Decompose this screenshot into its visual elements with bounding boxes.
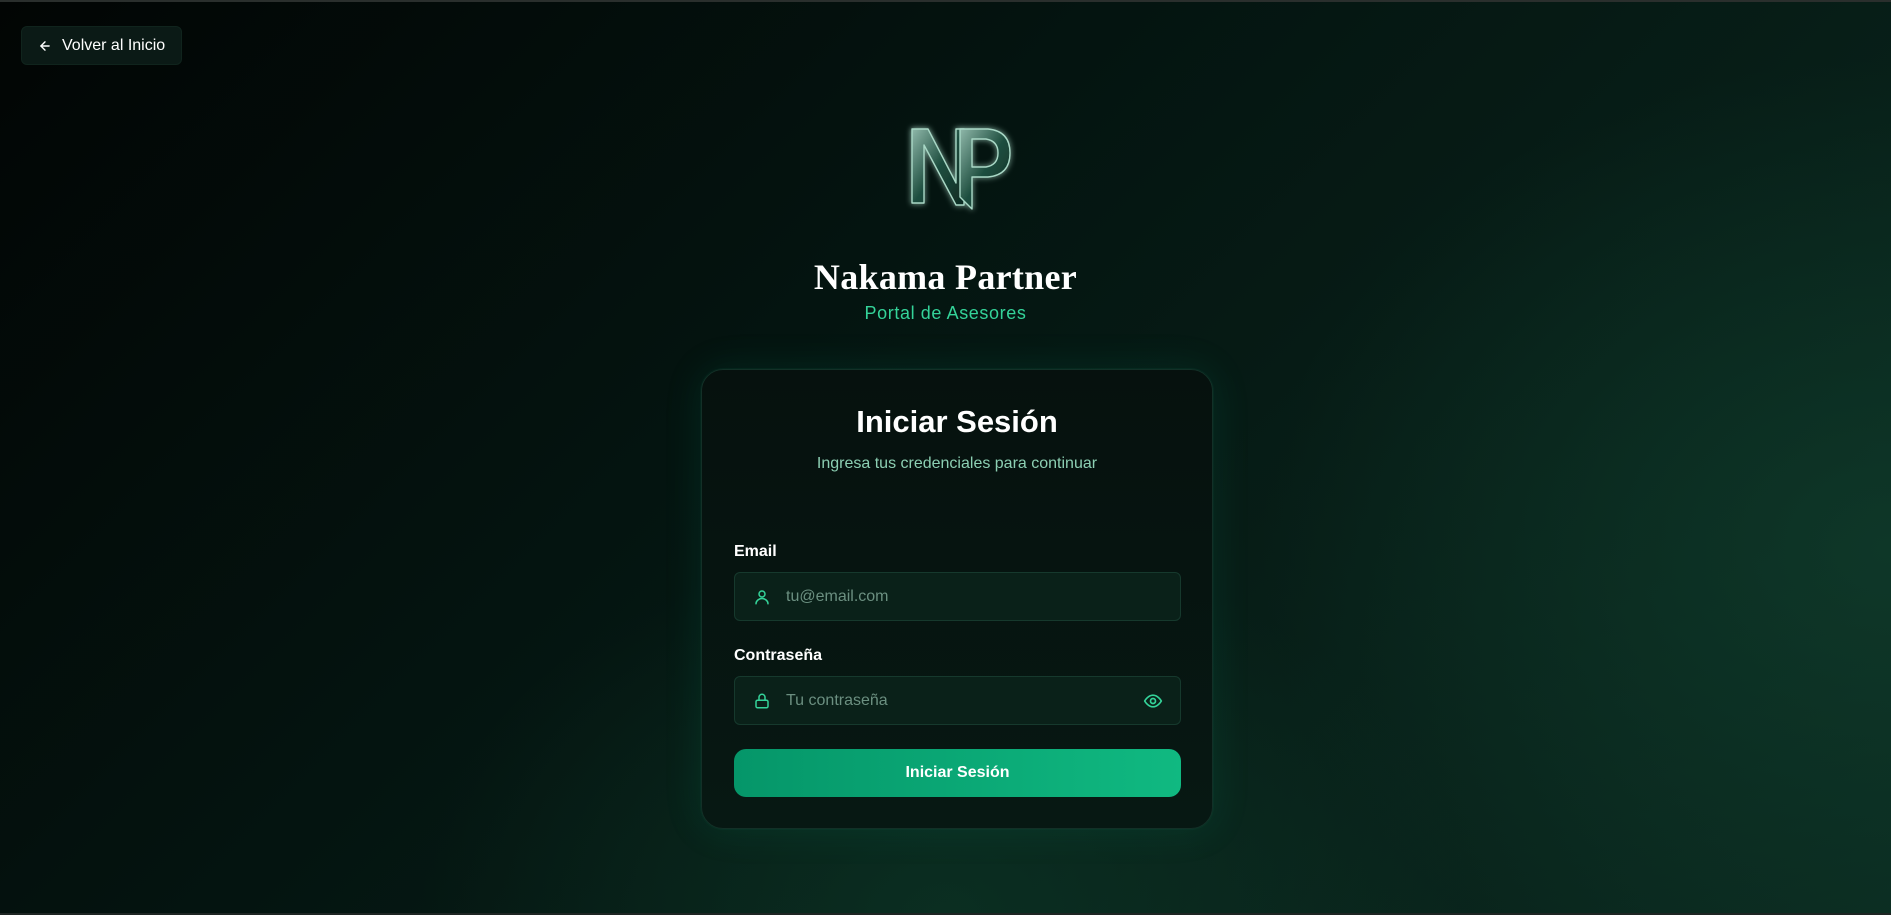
np-logo [888, 112, 1028, 222]
back-to-home-button[interactable]: Volver al Inicio [21, 26, 183, 65]
login-card: Iniciar Sesión Ingresa tus credenciales … [701, 369, 1213, 829]
password-field-wrapper [734, 676, 1181, 725]
lock-icon [752, 691, 772, 711]
password-label: Contraseña [734, 647, 823, 664]
email-label: Email [734, 543, 777, 560]
user-icon [752, 587, 772, 607]
eye-icon[interactable] [1142, 690, 1164, 712]
back-button-label: Volver al Inicio [62, 36, 166, 54]
arrow-left-icon [38, 39, 52, 53]
login-subtitle: Ingresa tus credenciales para continuar [816, 455, 1098, 472]
login-title: Iniciar Sesión [856, 404, 1058, 439]
brand-title: Nakama Partner [813, 257, 1078, 297]
brand-subtitle: Portal de Asesores [864, 303, 1027, 323]
email-field-wrapper [734, 572, 1181, 621]
email-input[interactable] [784, 572, 1180, 621]
top-border [0, 0, 1891, 2]
login-submit-button[interactable]: Iniciar Sesión [734, 749, 1181, 797]
password-input[interactable] [784, 676, 1142, 725]
